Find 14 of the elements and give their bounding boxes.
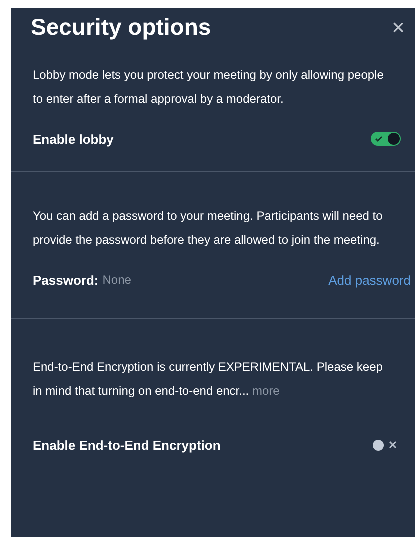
password-description: You can add a password to your meeting. Participants will need to provide the password before they are allowed to join the meeting. (33, 208, 384, 249)
more-link[interactable]: more (252, 384, 280, 398)
encryption-description: End-to-End Encryption is currently EXPERIMENTAL. Please keep in mind that turning on end-to-end encr... more (33, 359, 384, 400)
lobby-toggle[interactable] (371, 132, 401, 146)
lobby-description: Lobby mode lets you protect your meeting by only allowing people to enter after a formal approval by a moderator. (33, 67, 385, 108)
check-icon (374, 134, 384, 144)
password-value: None (102, 273, 132, 287)
cross-icon (388, 440, 398, 450)
close-button[interactable]: × (390, 14, 407, 40)
password-label: Password: (33, 272, 99, 288)
add-password-link[interactable]: Add password (328, 272, 411, 288)
lobby-label: Enable lobby (33, 132, 115, 146)
dialog-title: Security options (31, 14, 212, 41)
encryption-label: Enable End-to-End Encryption (33, 438, 222, 452)
